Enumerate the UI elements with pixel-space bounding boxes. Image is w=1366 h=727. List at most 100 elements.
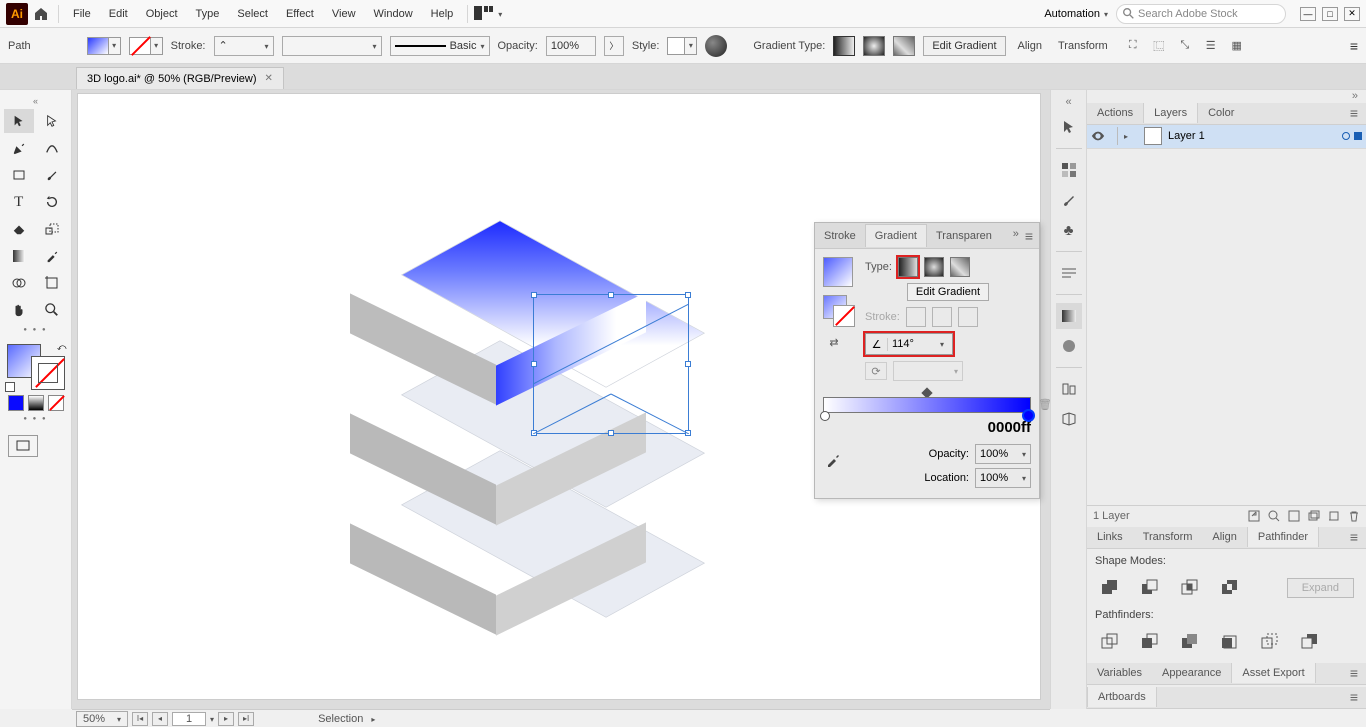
color-mode-gradient[interactable] bbox=[28, 395, 44, 411]
eyedropper-tool[interactable] bbox=[38, 244, 68, 268]
variable-width-profile[interactable] bbox=[282, 36, 382, 56]
align-label[interactable]: Align bbox=[1014, 40, 1046, 52]
gradient-slider[interactable]: 🗑 bbox=[823, 397, 1031, 413]
type-tool[interactable]: T bbox=[4, 190, 34, 214]
color-mode-solid[interactable] bbox=[8, 395, 24, 411]
panel-tab-gradient[interactable]: Gradient bbox=[865, 224, 927, 247]
panel-tab-layers[interactable]: Layers bbox=[1143, 103, 1198, 123]
layers-export-icon[interactable] bbox=[1248, 510, 1260, 522]
panel-tab-artboards[interactable]: Artboards bbox=[1087, 687, 1157, 707]
panel-overflow-icon[interactable]: » bbox=[1013, 228, 1019, 244]
artboard-first-icon[interactable]: I◂ bbox=[132, 712, 148, 726]
canvas[interactable]: Stroke Gradient Transparen » ⇄ Type: bbox=[72, 90, 1050, 709]
artboards-menu-icon[interactable] bbox=[1342, 689, 1366, 705]
gradient-stroke-swatch[interactable] bbox=[833, 305, 855, 327]
rotate-tool[interactable] bbox=[38, 190, 68, 214]
panel-tab-transparency[interactable]: Transparen bbox=[927, 225, 1001, 247]
dock-align-icon[interactable] bbox=[1056, 376, 1082, 402]
menu-view[interactable]: View bbox=[324, 4, 364, 24]
panel-tab-actions[interactable]: Actions bbox=[1087, 103, 1143, 123]
angle-dropdown[interactable] bbox=[934, 338, 950, 350]
new-layer-icon[interactable] bbox=[1328, 510, 1340, 522]
status-more-icon[interactable] bbox=[371, 713, 375, 725]
panel-tab-pathfinder[interactable]: Pathfinder bbox=[1247, 527, 1319, 547]
exclude-icon[interactable] bbox=[1219, 577, 1241, 599]
minus-front-icon[interactable] bbox=[1139, 577, 1161, 599]
angle-value[interactable] bbox=[888, 338, 934, 350]
crop-icon[interactable] bbox=[1219, 631, 1241, 653]
opacity-dropdown[interactable]: 〉 bbox=[604, 36, 624, 56]
layer-row[interactable]: Layer 1 bbox=[1087, 125, 1366, 149]
artboard-tool[interactable] bbox=[38, 271, 68, 295]
arrangement-icon[interactable]: ⤡ bbox=[1172, 34, 1198, 58]
stop-opacity-input[interactable]: 100% bbox=[975, 444, 1031, 464]
reverse-gradient-icon[interactable]: ⇄ bbox=[823, 333, 845, 351]
hand-tool[interactable] bbox=[4, 298, 34, 322]
shape-builder-tool[interactable] bbox=[4, 271, 34, 295]
panel-tab-stroke[interactable]: Stroke bbox=[815, 225, 865, 247]
minus-back-icon[interactable] bbox=[1299, 631, 1321, 653]
window-close-button[interactable]: ✕ bbox=[1344, 7, 1360, 21]
window-maximize-button[interactable]: □ bbox=[1322, 7, 1338, 21]
outline-icon[interactable] bbox=[1259, 631, 1281, 653]
unite-icon[interactable] bbox=[1099, 577, 1121, 599]
menu-file[interactable]: File bbox=[65, 4, 99, 24]
close-tab-icon[interactable]: ✕ bbox=[265, 73, 273, 84]
eraser-tool[interactable] bbox=[4, 217, 34, 241]
dock-properties-icon[interactable] bbox=[1056, 114, 1082, 140]
swap-fill-stroke-icon[interactable]: ⤺ bbox=[57, 342, 67, 353]
gradient-type-freeform[interactable] bbox=[950, 257, 970, 277]
brush-definition[interactable]: Basic bbox=[390, 36, 490, 56]
artboard-prev-icon[interactable]: ◂ bbox=[152, 712, 168, 726]
dock-symbols-icon[interactable]: ♣ bbox=[1056, 217, 1082, 243]
selection-tool[interactable] bbox=[4, 109, 34, 133]
dock-appearance-icon[interactable] bbox=[1056, 333, 1082, 359]
delete-stop-icon[interactable]: 🗑 bbox=[1038, 398, 1052, 411]
window-minimize-button[interactable]: — bbox=[1300, 7, 1316, 21]
panel-tab-appearance[interactable]: Appearance bbox=[1152, 663, 1231, 683]
menu-edit[interactable]: Edit bbox=[101, 4, 136, 24]
group-select-icon[interactable]: ⿺ bbox=[1146, 34, 1172, 58]
stock-search[interactable]: Search Adobe Stock bbox=[1116, 4, 1286, 24]
home-icon[interactable] bbox=[30, 3, 52, 25]
gradient-linear-icon[interactable] bbox=[833, 36, 855, 56]
menu-select[interactable]: Select bbox=[229, 4, 276, 24]
isolate-icon[interactable]: ⛶ bbox=[1120, 34, 1146, 58]
merge-icon[interactable] bbox=[1179, 631, 1201, 653]
clip-icon[interactable]: ☰ bbox=[1198, 34, 1224, 58]
color-mode-none[interactable] bbox=[48, 395, 64, 411]
gradient-radial-icon[interactable] bbox=[863, 36, 885, 56]
transform-label[interactable]: Transform bbox=[1054, 40, 1112, 52]
panel-tab-align[interactable]: Align bbox=[1202, 527, 1246, 547]
new-sublayer-icon[interactable] bbox=[1308, 510, 1320, 522]
opacity-input[interactable]: 100% bbox=[546, 36, 596, 56]
dock-swatches-icon[interactable] bbox=[1056, 157, 1082, 183]
asset-export-menu-icon[interactable] bbox=[1342, 665, 1366, 681]
paintbrush-tool[interactable] bbox=[38, 163, 68, 187]
panel-menu-icon[interactable] bbox=[1025, 228, 1033, 244]
graphic-style[interactable] bbox=[667, 37, 697, 55]
direct-selection-tool[interactable] bbox=[38, 109, 68, 133]
zoom-tool[interactable] bbox=[38, 298, 68, 322]
pen-tool[interactable] bbox=[4, 136, 34, 160]
gradient-freeform-icon[interactable] bbox=[893, 36, 915, 56]
visibility-icon[interactable] bbox=[1091, 131, 1111, 141]
menu-window[interactable]: Window bbox=[366, 4, 421, 24]
selection-bounding-box[interactable] bbox=[533, 294, 689, 434]
delete-layer-icon[interactable] bbox=[1348, 510, 1360, 522]
dock-brushes-icon[interactable] bbox=[1056, 187, 1082, 213]
gradient-angle-input[interactable]: ∠ bbox=[865, 333, 953, 355]
panel-tab-variables[interactable]: Variables bbox=[1087, 663, 1152, 683]
color-picker-eyedropper-icon[interactable] bbox=[825, 452, 841, 468]
layer-expand-icon[interactable] bbox=[1124, 130, 1138, 142]
fill-stroke-indicator[interactable]: ⤺ bbox=[7, 344, 65, 390]
menu-type[interactable]: Type bbox=[188, 4, 228, 24]
target-icon[interactable] bbox=[1342, 132, 1350, 140]
pathfinder-menu-icon[interactable] bbox=[1342, 529, 1366, 545]
curvature-tool[interactable] bbox=[38, 136, 68, 160]
gradient-type-radial[interactable] bbox=[924, 257, 944, 277]
gradient-type-linear[interactable] bbox=[898, 257, 918, 277]
artboard-last-icon[interactable]: ▸I bbox=[238, 712, 254, 726]
align-pixel-icon[interactable]: ▦ bbox=[1224, 34, 1250, 58]
recolor-artwork-icon[interactable] bbox=[705, 35, 727, 57]
